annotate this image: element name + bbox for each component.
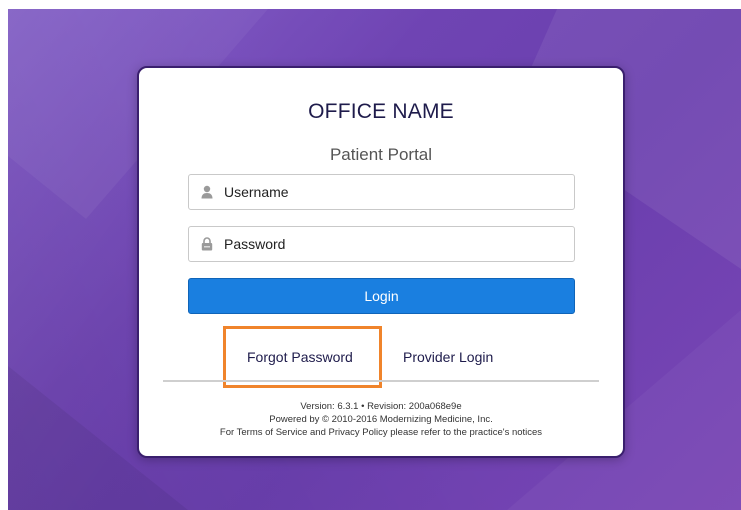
user-icon — [200, 184, 214, 200]
powered-by-text: Powered by © 2010-2016 Modernizing Medic… — [269, 414, 493, 425]
username-input[interactable] — [224, 184, 554, 200]
password-input[interactable] — [224, 236, 554, 252]
login-button[interactable]: Login — [188, 278, 575, 314]
terms-text: For Terms of Service and Privacy Policy … — [219, 427, 543, 438]
divider — [163, 380, 599, 382]
portal-title: Patient Portal — [329, 145, 433, 164]
password-field[interactable] — [188, 226, 575, 262]
version-text: Version: 6.3.1 • Revision: 200a068e9e — [300, 401, 462, 412]
provider-login-link[interactable]: Provider Login — [403, 349, 493, 365]
username-field[interactable] — [188, 174, 575, 210]
footer: Version: 6.3.1 • Revision: 200a068e9e Po… — [139, 400, 623, 439]
lock-icon — [200, 236, 214, 252]
login-card: OFFICE NAME Patient Portal Login Forgot … — [137, 66, 625, 458]
office-name: OFFICE NAME — [308, 100, 454, 123]
forgot-password-link[interactable]: Forgot Password — [247, 349, 353, 365]
